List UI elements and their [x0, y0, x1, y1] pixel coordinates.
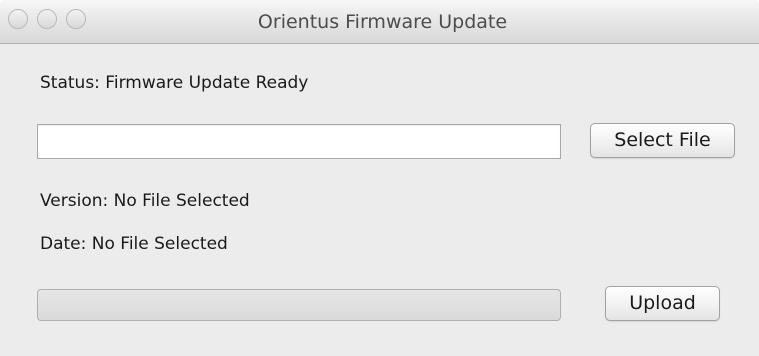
version-text: Version: No File Selected	[40, 191, 250, 211]
title-bar[interactable]: Orientus Firmware Update	[0, 0, 759, 44]
firmware-update-window: Orientus Firmware Update Status: Firmwar…	[0, 0, 759, 356]
select-file-button[interactable]: Select File	[590, 123, 735, 158]
status-text: Status: Firmware Update Ready	[40, 73, 309, 93]
date-text: Date: No File Selected	[40, 234, 228, 254]
upload-progress-bar	[37, 289, 561, 321]
upload-button[interactable]: Upload	[605, 286, 720, 321]
file-path-field[interactable]	[37, 124, 561, 159]
window-title: Orientus Firmware Update	[257, 11, 508, 33]
